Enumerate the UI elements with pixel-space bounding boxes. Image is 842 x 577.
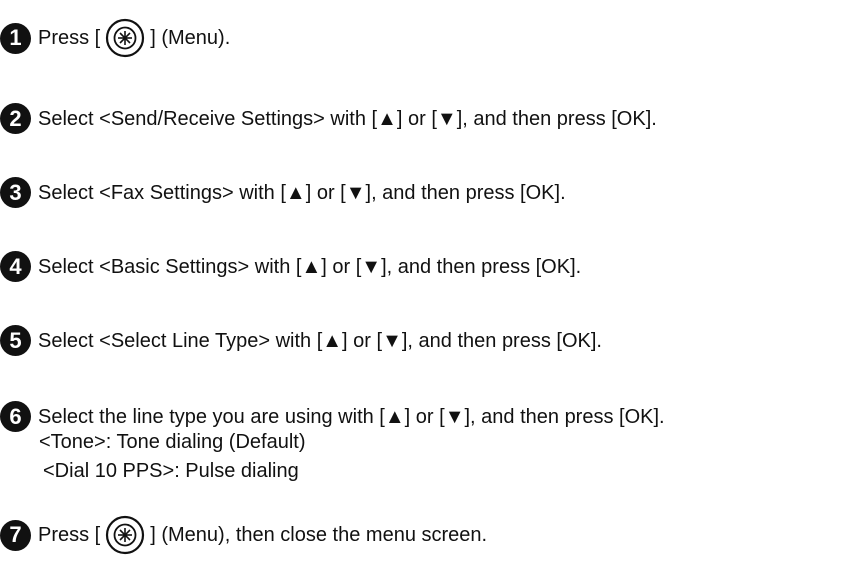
- step-number-5: 5: [0, 325, 31, 356]
- step-4-suffix: ], and then press [OK].: [381, 255, 582, 278]
- up-arrow-icon: ▲: [301, 255, 322, 278]
- down-arrow-icon: ▼: [444, 405, 465, 428]
- step-1-prefix: Press [: [38, 27, 101, 49]
- step-5-suffix: ], and then press [OK].: [401, 329, 602, 352]
- step-2-suffix: ], and then press [OK].: [456, 107, 657, 130]
- option-tone: <Tone>: Tone dialing (Default): [39, 431, 306, 453]
- step-number-2: 2: [0, 103, 31, 134]
- step-3-suffix: ], and then press [OK].: [365, 181, 566, 204]
- step-4-middle: ] or [: [321, 255, 362, 278]
- step-6-suffix: ], and then press [OK].: [464, 405, 665, 428]
- step-number-3: 3: [0, 177, 31, 208]
- step-5-prefix: Select <Select Line Type> with [: [38, 329, 323, 352]
- down-arrow-icon: ▼: [436, 107, 457, 130]
- up-arrow-icon: ▲: [285, 181, 306, 204]
- step-5-middle: ] or [: [342, 329, 383, 352]
- step-6-middle: ] or [: [404, 405, 445, 428]
- step-7-suffix: ] (Menu), then close the menu screen.: [150, 524, 488, 546]
- step-1: 1 Press [ ] (Menu).: [0, 18, 230, 58]
- step-6: 6 Select the line type you are using wit…: [0, 401, 665, 432]
- step-4-prefix: Select <Basic Settings> with [: [38, 255, 302, 278]
- step-6-prefix: Select the line type you are using with …: [38, 405, 385, 428]
- menu-button-icon: [106, 18, 145, 58]
- down-arrow-icon: ▼: [382, 329, 402, 352]
- down-arrow-icon: ▼: [361, 255, 382, 278]
- step-number-7: 7: [0, 519, 31, 551]
- up-arrow-icon: ▲: [322, 329, 343, 352]
- step-2: 2 Select <Send/Receive Settings> with [ …: [0, 103, 657, 134]
- up-arrow-icon: ▲: [384, 405, 405, 428]
- step-4: 4 Select <Basic Settings> with [ ▲ ] or …: [0, 251, 581, 282]
- menu-button-icon: [106, 515, 145, 555]
- option-pulse: <Dial 10 PPS>: Pulse dialing: [43, 460, 299, 482]
- step-7: 7 Press [ ] (Menu), then close the menu …: [0, 515, 487, 555]
- step-number-6: 6: [0, 401, 31, 432]
- step-7-prefix: Press [: [38, 524, 101, 546]
- step-number-1: 1: [0, 22, 31, 54]
- step-5: 5 Select <Select Line Type> with [ ▲ ] o…: [0, 325, 602, 356]
- step-3-middle: ] or [: [305, 181, 346, 204]
- step-2-prefix: Select <Send/Receive Settings> with [: [38, 107, 378, 130]
- up-arrow-icon: ▲: [377, 107, 397, 130]
- step-number-4: 4: [0, 251, 31, 282]
- step-2-middle: ] or [: [396, 107, 437, 130]
- step-3: 3 Select <Fax Settings> with [ ▲ ] or [ …: [0, 177, 566, 208]
- step-3-prefix: Select <Fax Settings> with [: [38, 181, 286, 204]
- down-arrow-icon: ▼: [345, 181, 366, 204]
- step-1-suffix: ] (Menu).: [150, 27, 231, 49]
